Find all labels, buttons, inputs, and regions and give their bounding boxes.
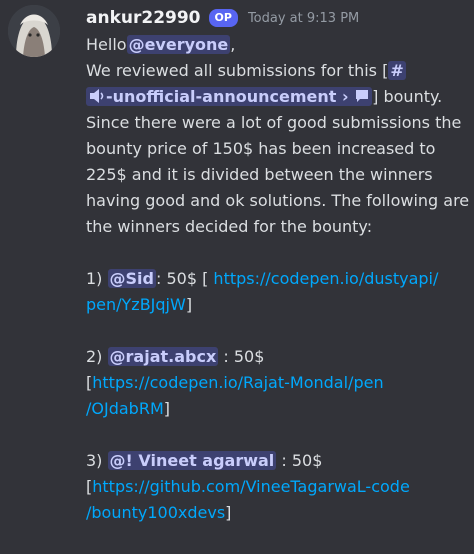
winner-link[interactable]: pen/YzBJqjW (86, 295, 186, 314)
winner-1-line: pen/YzBJqjW] (86, 292, 470, 318)
user-mention[interactable]: @! Vineet agarwal (107, 451, 277, 470)
winner-amount: : 50$ [ (155, 269, 209, 288)
reviewed-text: We reviewed all submissions for this [ (86, 61, 389, 80)
chat-bubble-icon (356, 90, 369, 102)
bracket-close: ] (225, 503, 232, 522)
winner-number: 3) (86, 451, 103, 470)
text-line: -unofficial-announcement › ] bounty. (86, 84, 470, 110)
winner-amount: : 50$ (281, 451, 323, 470)
speaker-icon (90, 89, 104, 103)
greeting-suffix: , (230, 35, 236, 54)
winner-link[interactable]: /bounty100xdevs (86, 503, 225, 522)
winner-link[interactable]: /OJdabRM (86, 399, 164, 418)
winner-2-line: 2) @rajat.abcx : 50$ (86, 344, 470, 370)
winner-1-line: 1) @Sid: 50$ [ https://codepen.io/dustya… (86, 266, 470, 292)
message-body: Hello @everyone, We reviewed all submissi… (86, 32, 470, 526)
text-line: 225$ and it is divided between the winne… (86, 165, 433, 184)
bracket-close: ] (163, 399, 170, 418)
winner-link[interactable]: https://codepen.io/dustyapi/ (213, 269, 438, 288)
greeting-text: Hello (86, 35, 127, 54)
avatar-image (8, 5, 60, 57)
chat-message: ankur22990 OP Today at 9:13 PM Hello @eve… (0, 0, 474, 554)
username[interactable]: ankur22990 (86, 8, 201, 28)
text-line: Since there were a lot of good submissio… (86, 113, 462, 132)
greeting-line: Hello @everyone, (86, 32, 470, 58)
chevron-right-icon: › (341, 87, 349, 106)
user-mention[interactable]: @Sid (107, 269, 156, 288)
winner-number: 1) (86, 269, 103, 288)
channel-mention[interactable]: -unofficial-announcement › (86, 87, 373, 106)
winner-3-line: [https://github.com/VineeTagarwaL-code (86, 474, 470, 500)
channel-hash[interactable]: # (388, 61, 406, 80)
winner-2-line: /OJdabRM] (86, 396, 470, 422)
winner-2-line: [https://codepen.io/Rajat-Mondal/pen (86, 370, 470, 396)
timestamp[interactable]: Today at 9:13 PM (248, 11, 359, 26)
user-mention[interactable]: @rajat.abcx (107, 347, 219, 366)
message-content: ankur22990 OP Today at 9:13 PM Hello @eve… (86, 4, 470, 526)
winner-number: 2) (86, 347, 103, 366)
text-line: having good and ok solutions. The follow… (86, 191, 470, 210)
bracket-close: ] (185, 295, 193, 314)
text-line: We reviewed all submissions for this [# (86, 58, 470, 84)
avatar[interactable] (8, 5, 60, 57)
winner-3-line: 3) @! Vineet agarwal : 50$ (86, 448, 470, 474)
winner-link[interactable]: https://github.com/VineeTagarwaL-code (92, 477, 410, 496)
everyone-mention[interactable]: @everyone (126, 35, 231, 54)
bounty-text: ] bounty. (372, 87, 443, 106)
winner-3-line: /bounty100xdevs] (86, 500, 470, 526)
winner-link[interactable]: https://codepen.io/Rajat-Mondal/pen (92, 373, 383, 392)
channel-name: -unofficial-announcement (106, 87, 337, 106)
winner-amount: : 50$ (223, 347, 265, 366)
text-line: the winners decided for the bounty: (86, 217, 373, 236)
message-header: ankur22990 OP Today at 9:13 PM (86, 4, 470, 32)
text-line: bounty price of 150$ has been increased … (86, 139, 436, 158)
op-badge: OP (208, 9, 238, 27)
